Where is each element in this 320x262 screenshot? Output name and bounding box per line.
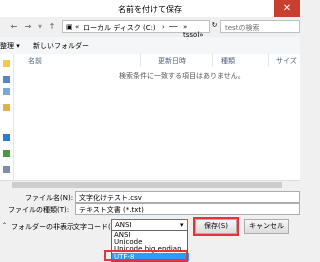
libraries-icon[interactable] — [3, 104, 10, 111]
filetype-select[interactable]: テキスト文書 (*.txt) — [75, 203, 300, 215]
file-list[interactable]: 名前 更新日時 種類 サイズ 検索条件に一致する項目はありません。 — [14, 54, 300, 180]
homegroup-icon[interactable] — [3, 134, 10, 141]
title-bar: 名前を付けて保存 ✕ — [0, 0, 300, 18]
column-header-type[interactable]: 種類 — [221, 56, 235, 66]
new-folder-button[interactable]: 新しいフォルダー — [33, 41, 89, 51]
filetype-label: ファイルの種類(T): — [8, 206, 70, 214]
empty-message: 検索条件に一致する項目はありません。 — [119, 72, 245, 80]
column-header-date[interactable]: 更新日時 — [158, 56, 186, 66]
folder-icon: ▣ — [66, 23, 73, 31]
column-divider[interactable] — [140, 54, 141, 66]
search-input[interactable]: testの検索 — [220, 20, 300, 33]
horizontal-scrollbar[interactable] — [0, 180, 300, 190]
column-header-name[interactable]: 名前 — [28, 56, 42, 66]
favorites-icon[interactable] — [3, 60, 10, 67]
chevron-down-icon: ▾ — [180, 221, 184, 229]
close-button[interactable]: ✕ — [274, 0, 300, 17]
network-icon[interactable] — [3, 166, 10, 173]
filename-input[interactable]: 文字化けテスト.csv — [75, 191, 300, 203]
window-title: 名前を付けて保存 — [118, 5, 182, 14]
computer-icon[interactable] — [3, 150, 10, 157]
filename-value: 文字化けテスト.csv — [79, 194, 142, 202]
toolbar: 整理 ▾ 新しいフォルダー — [0, 37, 300, 55]
desktop-icon[interactable] — [3, 76, 10, 83]
scrollbar-thumb[interactable] — [12, 182, 282, 188]
recent-locations-icon[interactable]: ▾ — [34, 21, 46, 33]
encoding-value: ANSI — [115, 221, 132, 229]
filename-label: ファイル名(N): — [25, 194, 74, 202]
save-button[interactable]: 保存(S) — [195, 219, 237, 234]
cancel-button[interactable]: キャンセル — [244, 219, 289, 234]
refresh-icon[interactable]: ↻ — [210, 21, 219, 33]
organize-button[interactable]: 整理 ▾ — [0, 41, 20, 51]
up-button[interactable]: ↑ — [46, 21, 58, 33]
path-prefix: « — [75, 23, 80, 31]
breadcrumb-user[interactable]: ── — [169, 23, 177, 31]
navigation-pane[interactable] — [0, 54, 14, 180]
column-divider[interactable] — [212, 54, 213, 66]
breadcrumb-separator: › — [162, 23, 165, 31]
forward-button[interactable]: → — [22, 21, 34, 33]
downloads-icon[interactable] — [3, 88, 10, 95]
back-button[interactable]: ← — [8, 21, 20, 33]
utf8-highlight — [104, 250, 188, 261]
search-placeholder: testの検索 — [225, 24, 260, 32]
hide-folders-link[interactable]: フォルダーの非表示 — [11, 222, 74, 232]
filetype-value: テキスト文書 (*.txt) — [79, 206, 144, 214]
column-header-size[interactable]: サイズ — [276, 56, 297, 66]
breadcrumb-drive[interactable]: ローカル ディスク (C:) — [83, 23, 156, 33]
chevron-up-icon[interactable]: ⌃ — [2, 222, 7, 229]
address-bar[interactable]: ▣ « ローカル ディスク (C:) › ── » tssol» — [62, 20, 210, 39]
column-divider[interactable] — [268, 54, 269, 66]
navigation-bar: ← → ▾ ↑ ▣ « ローカル ディスク (C:) › ── » tssol»… — [0, 17, 300, 39]
